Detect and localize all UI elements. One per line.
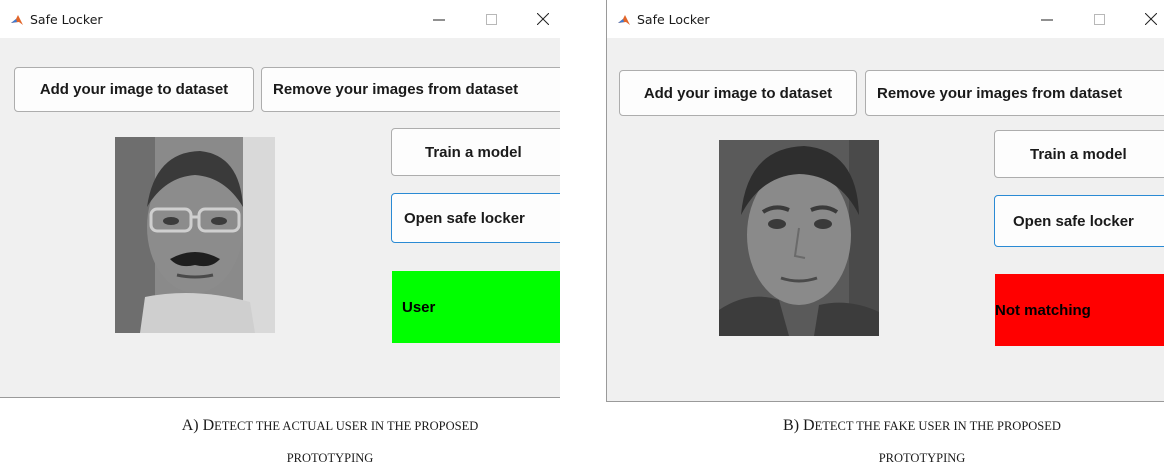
status-indicator: User [392, 271, 560, 343]
minimize-icon [433, 19, 445, 21]
safe-locker-window: Safe Locker Add your image to dataset Re… [0, 0, 560, 398]
caption-prefix: B) D [783, 417, 815, 434]
safe-locker-window: Safe Locker Add your image to dataset Re… [606, 0, 1164, 402]
minimize-button[interactable] [426, 6, 452, 32]
remove-images-button[interactable]: Remove your images from dataset [261, 67, 560, 112]
maximize-button[interactable] [478, 6, 504, 32]
close-icon [1145, 13, 1157, 25]
matlab-logo-icon [617, 13, 631, 27]
window-title: Safe Locker [30, 12, 103, 27]
close-icon [537, 13, 549, 25]
window-titlebar: Safe Locker [607, 0, 1164, 38]
panel-fake-user: Safe Locker Add your image to dataset Re… [606, 0, 1164, 465]
open-locker-button[interactable]: Open safe locker [994, 195, 1164, 247]
maximize-icon [1093, 13, 1105, 25]
train-model-button[interactable]: Train a model [391, 128, 560, 176]
user-face-photo [719, 140, 879, 336]
caption-a: A) DETECT THE ACTUAL USER IN THE PROPOSE… [130, 410, 530, 474]
status-indicator: Not matching [995, 274, 1164, 346]
caption-b: B) DETECT THE FAKE USER IN THE PROPOSED … [712, 410, 1132, 474]
minimize-button[interactable] [1034, 6, 1060, 32]
face-image [719, 140, 879, 336]
user-face-photo [115, 137, 275, 333]
caption-text: ETECT THE FAKE USER IN THE PROPOSED [814, 419, 1061, 433]
open-locker-button[interactable]: Open safe locker [391, 193, 560, 243]
caption-line2: PROTOTYPING [878, 451, 966, 465]
minimize-icon [1041, 19, 1053, 21]
add-image-button[interactable]: Add your image to dataset [619, 70, 857, 116]
caption-prefix: A) D [181, 417, 215, 434]
close-button[interactable] [1138, 6, 1164, 32]
close-button[interactable] [530, 6, 556, 32]
add-image-button[interactable]: Add your image to dataset [14, 67, 254, 112]
caption-text: ETECT THE ACTUAL USER IN THE PROPOSED [214, 419, 479, 433]
train-model-button[interactable]: Train a model [994, 130, 1164, 178]
remove-images-button[interactable]: Remove your images from dataset [865, 70, 1164, 116]
panel-actual-user: Safe Locker Add your image to dataset Re… [0, 0, 560, 465]
matlab-logo-icon [10, 13, 24, 27]
maximize-icon [485, 13, 497, 25]
caption-line2: PROTOTYPING [286, 451, 374, 465]
window-title: Safe Locker [637, 12, 710, 27]
maximize-button[interactable] [1086, 6, 1112, 32]
face-image [115, 137, 275, 333]
window-titlebar: Safe Locker [0, 0, 560, 38]
